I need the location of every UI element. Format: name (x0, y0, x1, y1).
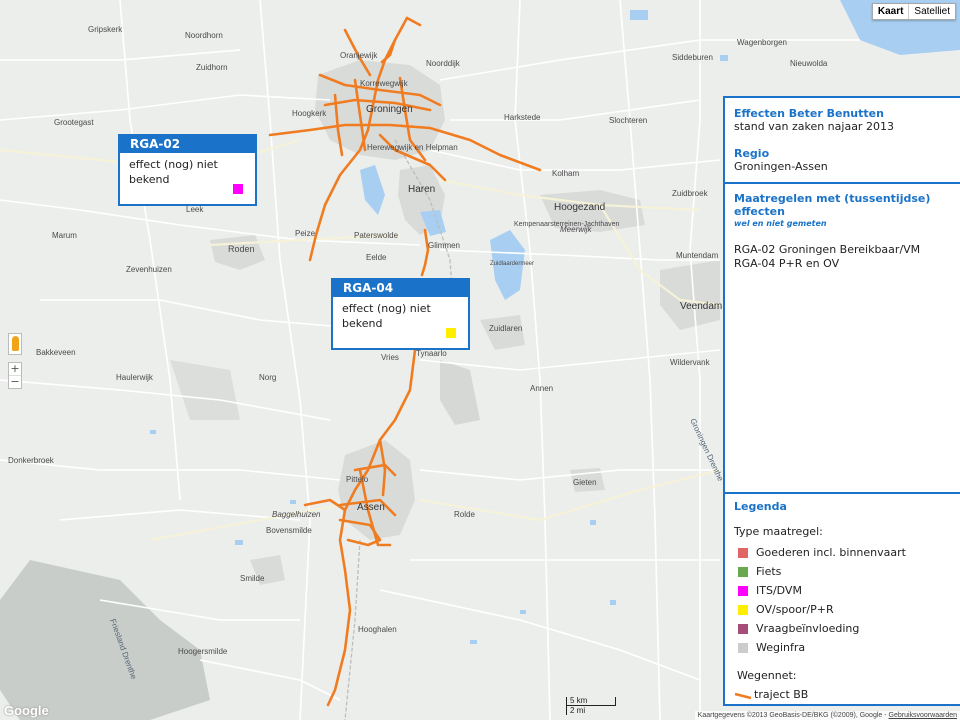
label-groningen: Groningen (366, 104, 413, 115)
label-leek: Leek (186, 205, 204, 214)
legend-item-goederen: Goederen incl. binnenvaart (734, 543, 951, 562)
label-zuidlaardermeer: Zuidlaardermeer (490, 261, 534, 267)
label-korrewegwijk: Korrewegwijk (360, 79, 409, 88)
label-herewegwijk: Herewegwijk en Helpman (367, 143, 458, 152)
legend-item-ov: OV/spoor/P+R (734, 600, 951, 619)
label-slochteren: Slochteren (609, 116, 647, 125)
label-haren: Haren (408, 184, 435, 195)
callout-color-swatch (233, 184, 243, 194)
label-veendam: Veendam (680, 301, 722, 312)
label-hooghalen: Hooghalen (358, 625, 397, 634)
label-oranjewijk: Oranjewijk (340, 51, 378, 60)
measures-subheading: wel en niet gemeten (734, 219, 827, 228)
callout-text: effect (nog) niet bekend (129, 158, 218, 186)
scale-km: 5 km (566, 697, 616, 706)
label-pittelo: Pittelo (346, 475, 369, 484)
zoom-in-button[interactable]: + (9, 363, 21, 375)
label-siddeburen: Siddeburen (672, 53, 713, 62)
label-peize: Peize (295, 229, 316, 238)
callout-text: effect (nog) niet bekend (342, 302, 431, 330)
label-gieten: Gieten (573, 478, 597, 487)
pegman-icon[interactable] (8, 333, 22, 355)
callout-rga-02[interactable]: RGA-02 effect (nog) niet bekend (118, 134, 257, 206)
legend-section: Legenda Type maatregel: Goederen incl. b… (725, 494, 960, 710)
label-haulerwijk: Haulerwijk (116, 373, 154, 382)
callout-color-swatch (446, 328, 456, 338)
map-type-satelliet-button[interactable]: Satelliet (908, 4, 955, 19)
panel-subtitle: stand van zaken najaar 2013 (734, 120, 894, 133)
label-vries: Vries (381, 353, 399, 362)
label-noorddijk: Noorddijk (426, 59, 461, 68)
label-zuidhorn: Zuidhorn (196, 63, 228, 72)
legend-item-its-dvm: ITS/DVM (734, 581, 951, 600)
label-roden: Roden (228, 244, 255, 254)
terms-link[interactable]: Gebruiksvoorwaarden (889, 712, 957, 719)
scale-mi: 2 mi (566, 706, 616, 715)
legend-type-label: Type maatregel: (734, 525, 823, 538)
route-line-icon (734, 692, 752, 699)
zoom-control: + − (8, 362, 22, 389)
label-smilde: Smilde (240, 574, 265, 583)
label-hoogezand: Hoogezand (554, 202, 605, 213)
wegennet-label: Wegennet: (737, 669, 797, 682)
map-type-control: Kaart Satelliet (871, 3, 956, 20)
map-attribution: Kaartgegevens ©2013 GeoBasis-DE/BKG (©20… (694, 711, 960, 720)
label-zuidbroek: Zuidbroek (672, 189, 709, 198)
label-grootegast: Grootegast (54, 118, 94, 127)
label-harkstede: Harkstede (504, 113, 541, 122)
info-panel: Effecten Beter Benutten stand van zaken … (723, 96, 960, 706)
label-noordhorn: Noordhorn (185, 31, 223, 40)
label-wagenborgen: Wagenborgen (737, 38, 787, 47)
measures-heading: Maatregelen met (tussentijdse) effecten (734, 192, 931, 218)
callout-title: RGA-04 (333, 280, 468, 297)
zoom-out-button[interactable]: − (9, 375, 21, 388)
measure-item[interactable]: RGA-04 P+R en OV (734, 257, 951, 271)
label-eelde: Eelde (366, 253, 387, 262)
label-gripskerk: Gripskerk (88, 25, 123, 34)
measure-item[interactable]: RGA-02 Groningen Bereikbaar/VM (734, 243, 951, 257)
legend-item-traject: traject BB (734, 685, 951, 704)
label-assen: Assen (357, 502, 385, 513)
label-zevenhuizen: Zevenhuizen (126, 265, 172, 274)
legend-heading: Legenda (734, 500, 787, 513)
google-logo: Google (4, 703, 49, 718)
label-muntendam: Muntendam (676, 251, 719, 260)
callout-rga-04[interactable]: RGA-04 effect (nog) niet bekend (331, 278, 470, 350)
label-annen: Annen (530, 384, 553, 393)
legend-item-vraag: Vraagbeïnvloeding (734, 619, 951, 638)
label-hoogkerk: Hoogkerk (292, 109, 327, 118)
callout-title: RGA-02 (120, 136, 255, 153)
scale-bar: 5 km 2 mi (566, 697, 616, 715)
label-kolham: Kolham (552, 169, 579, 178)
label-bovensmilde: Bovensmilde (266, 526, 312, 535)
region-heading: Regio (734, 147, 770, 160)
label-paterswolde: Paterswolde (354, 231, 399, 240)
label-tynaarlo: Tynaarlo (416, 349, 447, 358)
label-glimmen: Glimmen (428, 241, 460, 250)
label-nieuwolda: Nieuwolda (790, 59, 828, 68)
label-baggelhuizen: Baggelhuizen (272, 510, 321, 519)
label-donkerbroek: Donkerbroek (8, 456, 55, 465)
map-type-kaart-button[interactable]: Kaart (873, 4, 909, 19)
panel-header: Effecten Beter Benutten stand van zaken … (725, 98, 960, 184)
label-wildervank: Wildervank (670, 358, 711, 367)
measures-section: Maatregelen met (tussentijdse) effecten … (725, 184, 960, 494)
legend-item-weginfra: Weginfra (734, 638, 951, 657)
legend-item-fiets: Fiets (734, 562, 951, 581)
region-name: Groningen-Assen (734, 160, 828, 173)
label-rolde: Rolde (454, 510, 475, 519)
label-hoogersmilde: Hoogersmilde (178, 647, 228, 656)
label-marum: Marum (52, 231, 77, 240)
label-zuidlaren: Zuidlaren (489, 324, 522, 333)
label-kempenaar: Kempenaarsterreinen-Jachthaven (514, 221, 620, 228)
label-bakkeveen: Bakkeveen (36, 348, 76, 357)
panel-title: Effecten Beter Benutten (734, 107, 884, 120)
label-norg: Norg (259, 373, 276, 382)
